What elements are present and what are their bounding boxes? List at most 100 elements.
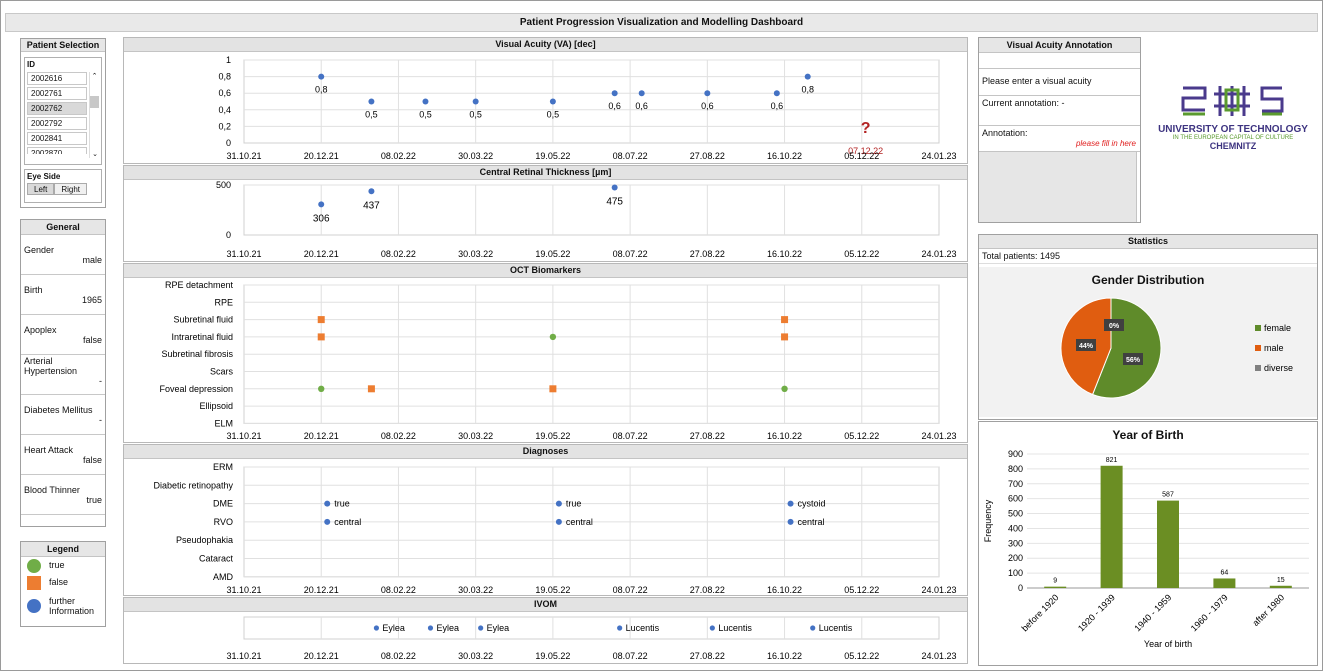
- general-field-name: Blood Thinner: [24, 485, 80, 495]
- biomarker-true-point: [318, 385, 325, 392]
- x-tick-label: before 1920: [1020, 592, 1061, 633]
- logo-line1: UNIVERSITY OF TECHNOLOGY: [1158, 124, 1308, 135]
- va-data-point: [549, 98, 556, 105]
- visual-acuity-chart: 1 0,8 0,6 0,4 0,2 0 0,8 0,5 0,5 0,5 0,5 0,6 0,6 0,6 0,…: [218, 55, 956, 161]
- general-field-value: -: [99, 415, 102, 425]
- ivom-data-label: Eylea: [382, 623, 405, 633]
- legend-title: Legend: [21, 542, 105, 557]
- ivom-data-point: [709, 625, 715, 631]
- oct-title: OCT Biomarkers: [124, 264, 967, 278]
- y-tick-label: 0: [226, 138, 231, 148]
- scroll-thumb[interactable]: [90, 96, 99, 108]
- x-tick-label: 08.02.22: [381, 249, 416, 259]
- diagnosis-data-label: true: [566, 499, 582, 509]
- x-tick-label: 05.12.22: [844, 249, 879, 259]
- x-tick-label: 31.10.21: [226, 651, 261, 661]
- y-tick-label: 900: [1008, 449, 1023, 459]
- ivom-data-point: [427, 625, 434, 631]
- general-field: Heart Attack false: [21, 435, 105, 475]
- patient-id-item[interactable]: 2002841: [27, 132, 87, 145]
- gender-chart-title: Gender Distribution: [1091, 273, 1205, 287]
- patient-id-item[interactable]: 2002762: [27, 102, 87, 115]
- x-tick-label: 08.02.22: [381, 151, 416, 161]
- patient-id-item[interactable]: 2002616: [27, 72, 87, 85]
- ivom-data-point: [373, 625, 380, 631]
- diagnosis-data-label: central: [798, 517, 825, 527]
- x-tick-label: 08.02.22: [381, 431, 416, 441]
- annotation-input-area[interactable]: Annotation: please fill in here: [979, 126, 1140, 152]
- category-label: RVO: [214, 517, 233, 527]
- patient-id-item[interactable]: 2002761: [27, 87, 87, 100]
- patient-id-item[interactable]: 2002870: [27, 147, 87, 154]
- crt-title: Central Retinal Thickness [µm]: [124, 166, 967, 180]
- x-tick-label: 27.08.22: [690, 151, 725, 161]
- patient-id-item[interactable]: 2002792: [27, 117, 87, 130]
- biomarker-true-point: [781, 385, 788, 392]
- va-data-label: 0,5: [547, 110, 560, 120]
- scroll-down-icon[interactable]: ⌄: [90, 150, 100, 158]
- x-tick-label: 1920 - 1939: [1076, 592, 1117, 633]
- id-list-box: ID 2002616 2002761 2002762 2002792 2002841 20…: [24, 57, 102, 165]
- annotation-input[interactable]: please fill in here: [1076, 139, 1136, 148]
- x-tick-label: 19.05.22: [535, 249, 570, 259]
- va-data-point: [472, 98, 479, 105]
- ivom-panel: IVOM Eylea Eylea Eylea Lucentis Lucentis Luce…: [123, 597, 968, 664]
- ivom-title: IVOM: [124, 598, 967, 612]
- y-tick-label: 200: [1008, 553, 1023, 563]
- y-tick-label: 0: [226, 230, 231, 240]
- ivom-data-label: Lucentis: [626, 623, 660, 633]
- y-tick-label: 300: [1008, 538, 1023, 548]
- general-field-name: Birth: [24, 285, 43, 295]
- diagnosis-data-label: cystoid: [798, 499, 826, 509]
- bar: [1213, 578, 1236, 588]
- x-tick-label: 27.08.22: [690, 651, 725, 661]
- y-tick-label: 0,2: [218, 121, 231, 131]
- x-tick-label: 05.12.22: [844, 585, 879, 595]
- y-axis-label: Frequency: [983, 499, 993, 542]
- eye-left-button[interactable]: Left: [27, 183, 55, 195]
- general-field-value: -: [99, 376, 102, 386]
- biomarker-false-point: [317, 316, 325, 324]
- bar: [1044, 586, 1067, 588]
- general-field-value: true: [86, 495, 102, 505]
- annotation-title: Visual Acuity Annotation: [979, 38, 1140, 53]
- year-of-birth-panel: Year of Birth 0 100 200 300 400 500 600 700 800 9…: [978, 421, 1318, 666]
- general-title: General: [21, 220, 105, 235]
- y-tick-label: 0,6: [218, 88, 231, 98]
- ivom-data-label: Eylea: [487, 623, 510, 633]
- x-tick-label: 30.03.22: [458, 651, 493, 661]
- x-axis-label: Year of birth: [1144, 639, 1192, 649]
- diagnosis-data-point: [324, 518, 331, 525]
- y-tick-label: 500: [1008, 509, 1023, 519]
- y-tick-label: 100: [1008, 568, 1023, 578]
- va-data-label: 0,6: [701, 101, 714, 111]
- category-label: ELM: [214, 418, 233, 428]
- id-label: ID: [27, 60, 35, 69]
- va-data-label: 0,6: [608, 101, 621, 111]
- x-tick-label: 1940 - 1959: [1132, 592, 1173, 633]
- va-data-point: [804, 73, 811, 80]
- x-tick-label: 24.01.23: [921, 651, 956, 661]
- y-tick-label: 700: [1008, 479, 1023, 489]
- x-tick-label: 30.03.22: [458, 249, 493, 259]
- category-label: Intraretinal fluid: [171, 332, 233, 342]
- y-tick-label: 600: [1008, 494, 1023, 504]
- id-list-scrollbar[interactable]: ⌃ ⌄: [89, 72, 99, 158]
- year-of-birth-chart: 0 100 200 300 400 500 600 700 800 900 9 before 1920…: [983, 449, 1309, 649]
- va-data-point: [368, 98, 375, 105]
- bar-value-label: 15: [1277, 577, 1285, 584]
- va-data-point: [704, 90, 711, 97]
- ivom-data-label: Lucentis: [718, 623, 752, 633]
- scroll-up-icon[interactable]: ⌃: [90, 72, 99, 80]
- x-tick-label: 08.07.22: [613, 431, 648, 441]
- visual-acuity-title: Visual Acuity (VA) [dec]: [124, 38, 967, 52]
- x-tick-label: 16.10.22: [767, 585, 802, 595]
- general-field: Blood Thinner true: [21, 475, 105, 515]
- bar: [1100, 465, 1123, 588]
- x-tick-label: 31.10.21: [226, 585, 261, 595]
- x-tick-label: 24.01.23: [921, 249, 956, 259]
- legend-swatch: [1255, 325, 1261, 331]
- annotation-notes-area[interactable]: [979, 152, 1137, 222]
- x-tick-label: 27.08.22: [690, 585, 725, 595]
- eye-right-button[interactable]: Right: [54, 183, 88, 195]
